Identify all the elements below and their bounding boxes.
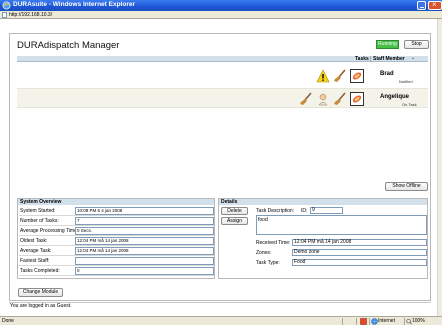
browser-status-bar: Done Internet 100% <box>0 316 442 325</box>
chevron-down-icon[interactable]: ⌄ <box>411 55 415 61</box>
id-label: ID: <box>301 208 308 214</box>
change-module-button[interactable]: Change Module <box>18 288 63 297</box>
status-done-text: Done <box>2 318 14 324</box>
overview-label: Number of Tasks: <box>20 218 59 224</box>
overview-value: 0 Secs. <box>75 227 214 235</box>
staff-row-angelique[interactable]: Angelique On Task <box>17 88 428 108</box>
zoom-level-text[interactable]: 100% <box>412 318 425 324</box>
overview-row: Number of Tasks: 7 <box>19 217 214 226</box>
close-button[interactable] <box>428 0 442 10</box>
staff-status: On Task <box>402 102 417 107</box>
overview-label: System Started: <box>20 208 56 214</box>
overview-value: 10:08 PM 6 4 jan 2008 <box>75 207 214 215</box>
system-overview-title: System Overview <box>18 199 214 205</box>
stop-button[interactable]: Stop <box>404 40 429 49</box>
overview-row: Fastest Staff: <box>19 257 214 266</box>
zones-field: Demo zone <box>292 249 427 256</box>
overview-row: Tasks Completed: 0 <box>19 267 214 276</box>
overview-row: Average Task: 12:04 PM må 14 jan 2008 <box>19 247 214 256</box>
food-tray-icon[interactable] <box>350 92 364 106</box>
received-time-field: 12:04 PM må 14 jan 2008 <box>292 239 427 246</box>
overview-row: Oldest Task: 12:04 PM må 14 jan 2008 <box>19 237 214 246</box>
overview-label: Average Processing Time: <box>20 228 79 234</box>
system-overview-panel: System Overview System Started: 10:08 PM… <box>17 198 215 279</box>
show-offline-button[interactable]: Show Offline <box>385 182 428 191</box>
status-divider <box>404 318 405 325</box>
vertical-scrollbar[interactable] <box>437 19 442 316</box>
login-status-text: You are logged in as Guest. <box>9 302 431 309</box>
header-divider <box>370 56 371 62</box>
task-type-label: Task Type: <box>256 260 280 266</box>
food-tray-icon[interactable] <box>350 69 364 83</box>
status-divider <box>342 318 343 325</box>
overview-value <box>75 257 214 265</box>
overview-row: Average Processing Time: 0 Secs. <box>19 227 214 236</box>
window-title-bar[interactable]: DURAsuite - Windows Internet Explorer <box>0 0 442 11</box>
status-divider <box>356 318 357 325</box>
person-icon[interactable] <box>316 92 330 106</box>
staff-status: Notified <box>399 79 413 84</box>
staff-name: Brad <box>380 71 394 77</box>
staff-row-brad[interactable]: Brad Notified <box>17 66 428 86</box>
received-time-label: Received Time: <box>256 240 291 246</box>
broom-icon[interactable] <box>299 92 313 106</box>
protected-mode-icon <box>360 318 367 325</box>
assign-button[interactable]: Assign <box>221 217 248 225</box>
task-description-label: Task Description: <box>256 208 295 214</box>
window-title: DURAsuite - Windows Internet Explorer <box>13 1 136 8</box>
overview-value: 0 <box>75 267 214 275</box>
security-zone-text: Internet <box>378 318 395 324</box>
overview-row: System Started: 10:08 PM 6 4 jan 2008 <box>19 207 214 216</box>
overview-label: Oldest Task: <box>20 238 48 244</box>
address-bar[interactable]: http://192.168.10.3/ <box>0 11 442 19</box>
delete-button[interactable]: Delete <box>221 207 248 215</box>
page-icon <box>2 12 7 18</box>
status-badge: Running <box>376 40 399 49</box>
task-type-field: Food <box>292 259 427 266</box>
details-title: Details <box>219 199 427 205</box>
id-field[interactable]: 9 <box>310 207 343 214</box>
broom-icon[interactable] <box>333 69 347 83</box>
status-divider <box>369 318 370 325</box>
url-text[interactable]: http://192.168.10.3/ <box>9 12 52 18</box>
page-title: DURAdispatch Manager <box>17 40 120 51</box>
tasks-table-header: Tasks Staff Member ⌄ <box>17 55 428 62</box>
globe-icon <box>371 318 378 325</box>
tasks-column-header: Tasks <box>355 56 369 62</box>
warning-icon[interactable] <box>316 69 330 83</box>
overview-label: Average Task: <box>20 248 52 254</box>
overview-value: 7 <box>75 217 214 225</box>
broom-icon[interactable] <box>333 92 347 106</box>
task-description-field[interactable]: food <box>256 215 427 235</box>
internet-explorer-icon <box>2 1 11 10</box>
zones-label: Zones: <box>256 250 272 256</box>
overview-value: 12:04 PM må 14 jan 2008 <box>75 247 214 255</box>
minimize-button[interactable] <box>417 1 426 10</box>
overview-label: Fastest Staff: <box>20 258 50 264</box>
staff-name: Angelique <box>380 94 410 100</box>
overview-label: Tasks Completed: <box>20 268 60 274</box>
staff-column-header[interactable]: Staff Member <box>373 56 405 62</box>
overview-value: 12:04 PM må 14 jan 2008 <box>75 237 214 245</box>
